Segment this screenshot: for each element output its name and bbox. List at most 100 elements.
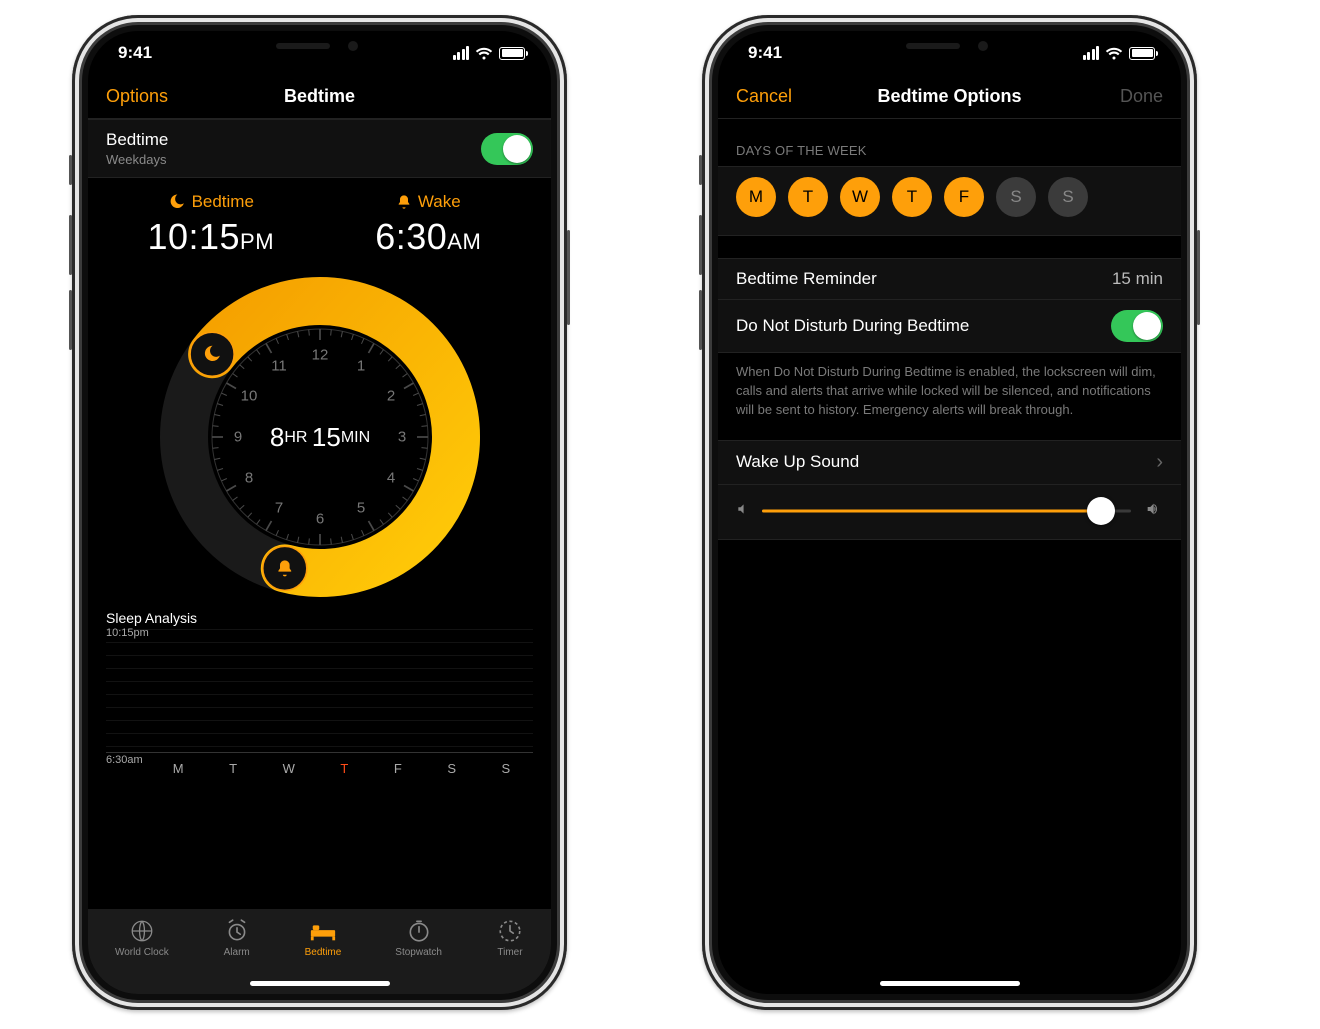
bedtime-time: 10:15: [147, 216, 240, 257]
bedtime-toggle[interactable]: [481, 133, 533, 165]
analysis-day: T: [229, 761, 237, 776]
cancel-button[interactable]: Cancel: [736, 86, 792, 107]
tab-label: Stopwatch: [395, 947, 442, 958]
dnd-description: When Do Not Disturb During Bedtime is en…: [718, 353, 1181, 440]
sleep-analysis: Sleep Analysis 10:15pm 6:30am M T W T F S S: [88, 606, 551, 776]
svg-text:11: 11: [271, 357, 287, 374]
analysis-ybottom: 6:30am: [106, 754, 143, 766]
status-time: 9:41: [748, 43, 782, 63]
volume-row: [718, 485, 1181, 540]
tab-label: Alarm: [224, 947, 250, 958]
wake-sound-row[interactable]: Wake Up Sound ›: [718, 440, 1181, 485]
svg-text:8: 8: [244, 470, 252, 487]
bedtime-toggle-row: Bedtime Weekdays: [88, 119, 551, 178]
wifi-icon: [1105, 46, 1123, 60]
phone-left: 9:41 Options Bedtime Bedtime Weekdays: [72, 15, 567, 1010]
analysis-day: S: [502, 761, 511, 776]
cellular-icon: [453, 46, 470, 60]
wake-sound-label: Wake Up Sound: [736, 452, 859, 472]
bedtime-ampm: PM: [240, 229, 274, 254]
nav-title: Bedtime Options: [877, 86, 1021, 107]
status-time: 9:41: [118, 43, 152, 63]
day-chip[interactable]: M: [736, 177, 776, 217]
options-button[interactable]: Options: [106, 86, 168, 107]
analysis-title: Sleep Analysis: [106, 610, 533, 626]
svg-text:9: 9: [233, 429, 241, 446]
reminder-value: 15 min: [1112, 269, 1163, 289]
home-indicator[interactable]: [880, 981, 1020, 986]
dial-start-handle[interactable]: [190, 332, 234, 376]
wake-time: 6:30: [375, 216, 447, 257]
svg-text:6: 6: [315, 511, 323, 528]
days-section-label: DAYS OF THE WEEK: [718, 119, 1181, 166]
volume-slider[interactable]: [762, 499, 1131, 523]
svg-text:7: 7: [274, 500, 282, 517]
day-chip[interactable]: S: [1048, 177, 1088, 217]
svg-text:4: 4: [386, 470, 394, 487]
analysis-ytop: 10:15pm: [106, 627, 149, 639]
analysis-day: M: [173, 761, 184, 776]
battery-icon: [499, 47, 525, 60]
cellular-icon: [1083, 46, 1100, 60]
reminder-label: Bedtime Reminder: [736, 269, 877, 289]
home-indicator[interactable]: [250, 981, 390, 986]
bedtime-icon: [309, 917, 337, 945]
wake-ampm: AM: [447, 229, 481, 254]
day-chip[interactable]: S: [996, 177, 1036, 217]
speaker-high-icon: [1143, 501, 1163, 520]
alarm-icon: [223, 917, 251, 945]
svg-text:8HR 15MIN: 8HR 15MIN: [269, 422, 369, 452]
tab-label: World Clock: [115, 947, 169, 958]
times-header: zz Bedtime 10:15PM Wake 6:30AM: [88, 178, 551, 264]
tab-bedtime[interactable]: Bedtime: [305, 917, 342, 958]
dnd-label: Do Not Disturb During Bedtime: [736, 316, 969, 336]
chevron-right-icon: ›: [1156, 451, 1163, 474]
tab-label: Timer: [497, 947, 522, 958]
wake-label: Wake: [418, 192, 461, 212]
analysis-day: T: [340, 761, 348, 776]
row-subtitle: Weekdays: [106, 152, 168, 167]
world-clock-icon: [128, 917, 156, 945]
days-row: MTWTFSS: [718, 166, 1181, 236]
nav-bar: Cancel Bedtime Options Done: [718, 75, 1181, 119]
day-chip[interactable]: T: [788, 177, 828, 217]
tab-timer[interactable]: Timer: [496, 917, 524, 958]
svg-text:12: 12: [311, 347, 328, 364]
bell-icon: [396, 194, 412, 210]
analysis-days: MTWTFSS: [106, 753, 533, 776]
svg-text:2: 2: [386, 388, 394, 405]
tab-world-clock[interactable]: World Clock: [115, 917, 169, 958]
svg-text:zz: zz: [177, 196, 182, 201]
tab-stopwatch[interactable]: Stopwatch: [395, 917, 442, 958]
nav-title: Bedtime: [284, 86, 355, 107]
timer-icon: [496, 917, 524, 945]
bedtime-label: Bedtime: [192, 192, 254, 212]
tab-label: Bedtime: [305, 947, 342, 958]
analysis-day: S: [447, 761, 456, 776]
day-chip[interactable]: T: [892, 177, 932, 217]
speaker-low-icon: [736, 502, 750, 519]
svg-text:3: 3: [397, 429, 405, 446]
reminder-row[interactable]: Bedtime Reminder 15 min: [718, 258, 1181, 300]
svg-text:1: 1: [356, 357, 364, 374]
day-chip[interactable]: F: [944, 177, 984, 217]
dial-end-handle[interactable]: [262, 546, 306, 590]
volume-thumb[interactable]: [1087, 497, 1115, 525]
stopwatch-icon: [405, 917, 433, 945]
tab-alarm[interactable]: Alarm: [223, 917, 251, 958]
day-chip[interactable]: W: [840, 177, 880, 217]
svg-text:10: 10: [240, 388, 257, 405]
row-title: Bedtime: [106, 130, 168, 150]
bedtime-dial[interactable]: 123456789101112 8HR 15MIN: [155, 272, 485, 602]
dnd-toggle[interactable]: [1111, 310, 1163, 342]
svg-text:5: 5: [356, 500, 364, 517]
done-button[interactable]: Done: [1120, 86, 1163, 107]
dnd-row: Do Not Disturb During Bedtime: [718, 300, 1181, 353]
analysis-day: W: [283, 761, 295, 776]
nav-bar: Options Bedtime: [88, 75, 551, 119]
battery-icon: [1129, 47, 1155, 60]
phone-right: 9:41 Cancel Bedtime Options Done DAYS OF…: [702, 15, 1197, 1010]
moon-icon: zz: [168, 193, 186, 211]
analysis-day: F: [394, 761, 402, 776]
wifi-icon: [475, 46, 493, 60]
